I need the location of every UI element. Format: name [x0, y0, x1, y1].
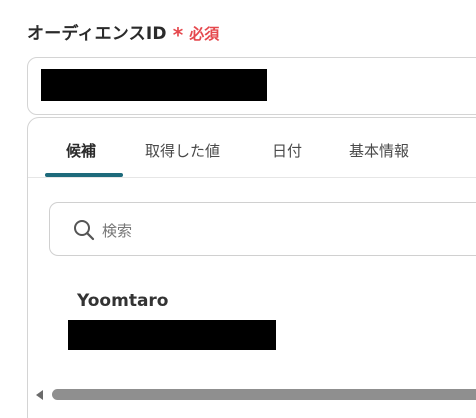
audience-id-form: オーディエンスID * 必須 候補 取得した値 日付 基本情報 検索 Yoomt…: [0, 0, 476, 418]
search-icon: [74, 220, 95, 241]
horizontal-scrollbar[interactable]: [36, 388, 476, 402]
field-label: オーディエンスID: [27, 24, 167, 44]
tab-candidates[interactable]: 候補: [66, 140, 96, 161]
required-asterisk: *: [172, 23, 184, 47]
scroll-left-arrow-icon[interactable]: [36, 390, 43, 400]
active-tab-indicator: [45, 173, 123, 177]
audience-id-input[interactable]: [27, 57, 476, 115]
redacted-value: [41, 69, 267, 101]
tab-basic-info[interactable]: 基本情報: [349, 140, 409, 161]
suggestion-dropdown: 候補 取得した値 日付 基本情報 検索 Yoomtaro: [27, 117, 476, 418]
tab-date[interactable]: 日付: [272, 140, 302, 161]
scrollbar-thumb[interactable]: [52, 389, 476, 400]
required-label: 必須: [189, 25, 220, 43]
dropdown-tabs: 候補 取得した値 日付 基本情報: [28, 118, 476, 178]
redacted-option-value[interactable]: [68, 320, 276, 350]
field-label-row: オーディエンスID * 必須: [27, 19, 220, 47]
search-placeholder: 検索: [102, 222, 133, 240]
tab-acquired-values[interactable]: 取得した値: [145, 140, 220, 161]
search-input[interactable]: 検索: [49, 202, 476, 256]
option-title[interactable]: Yoomtaro: [77, 291, 168, 311]
